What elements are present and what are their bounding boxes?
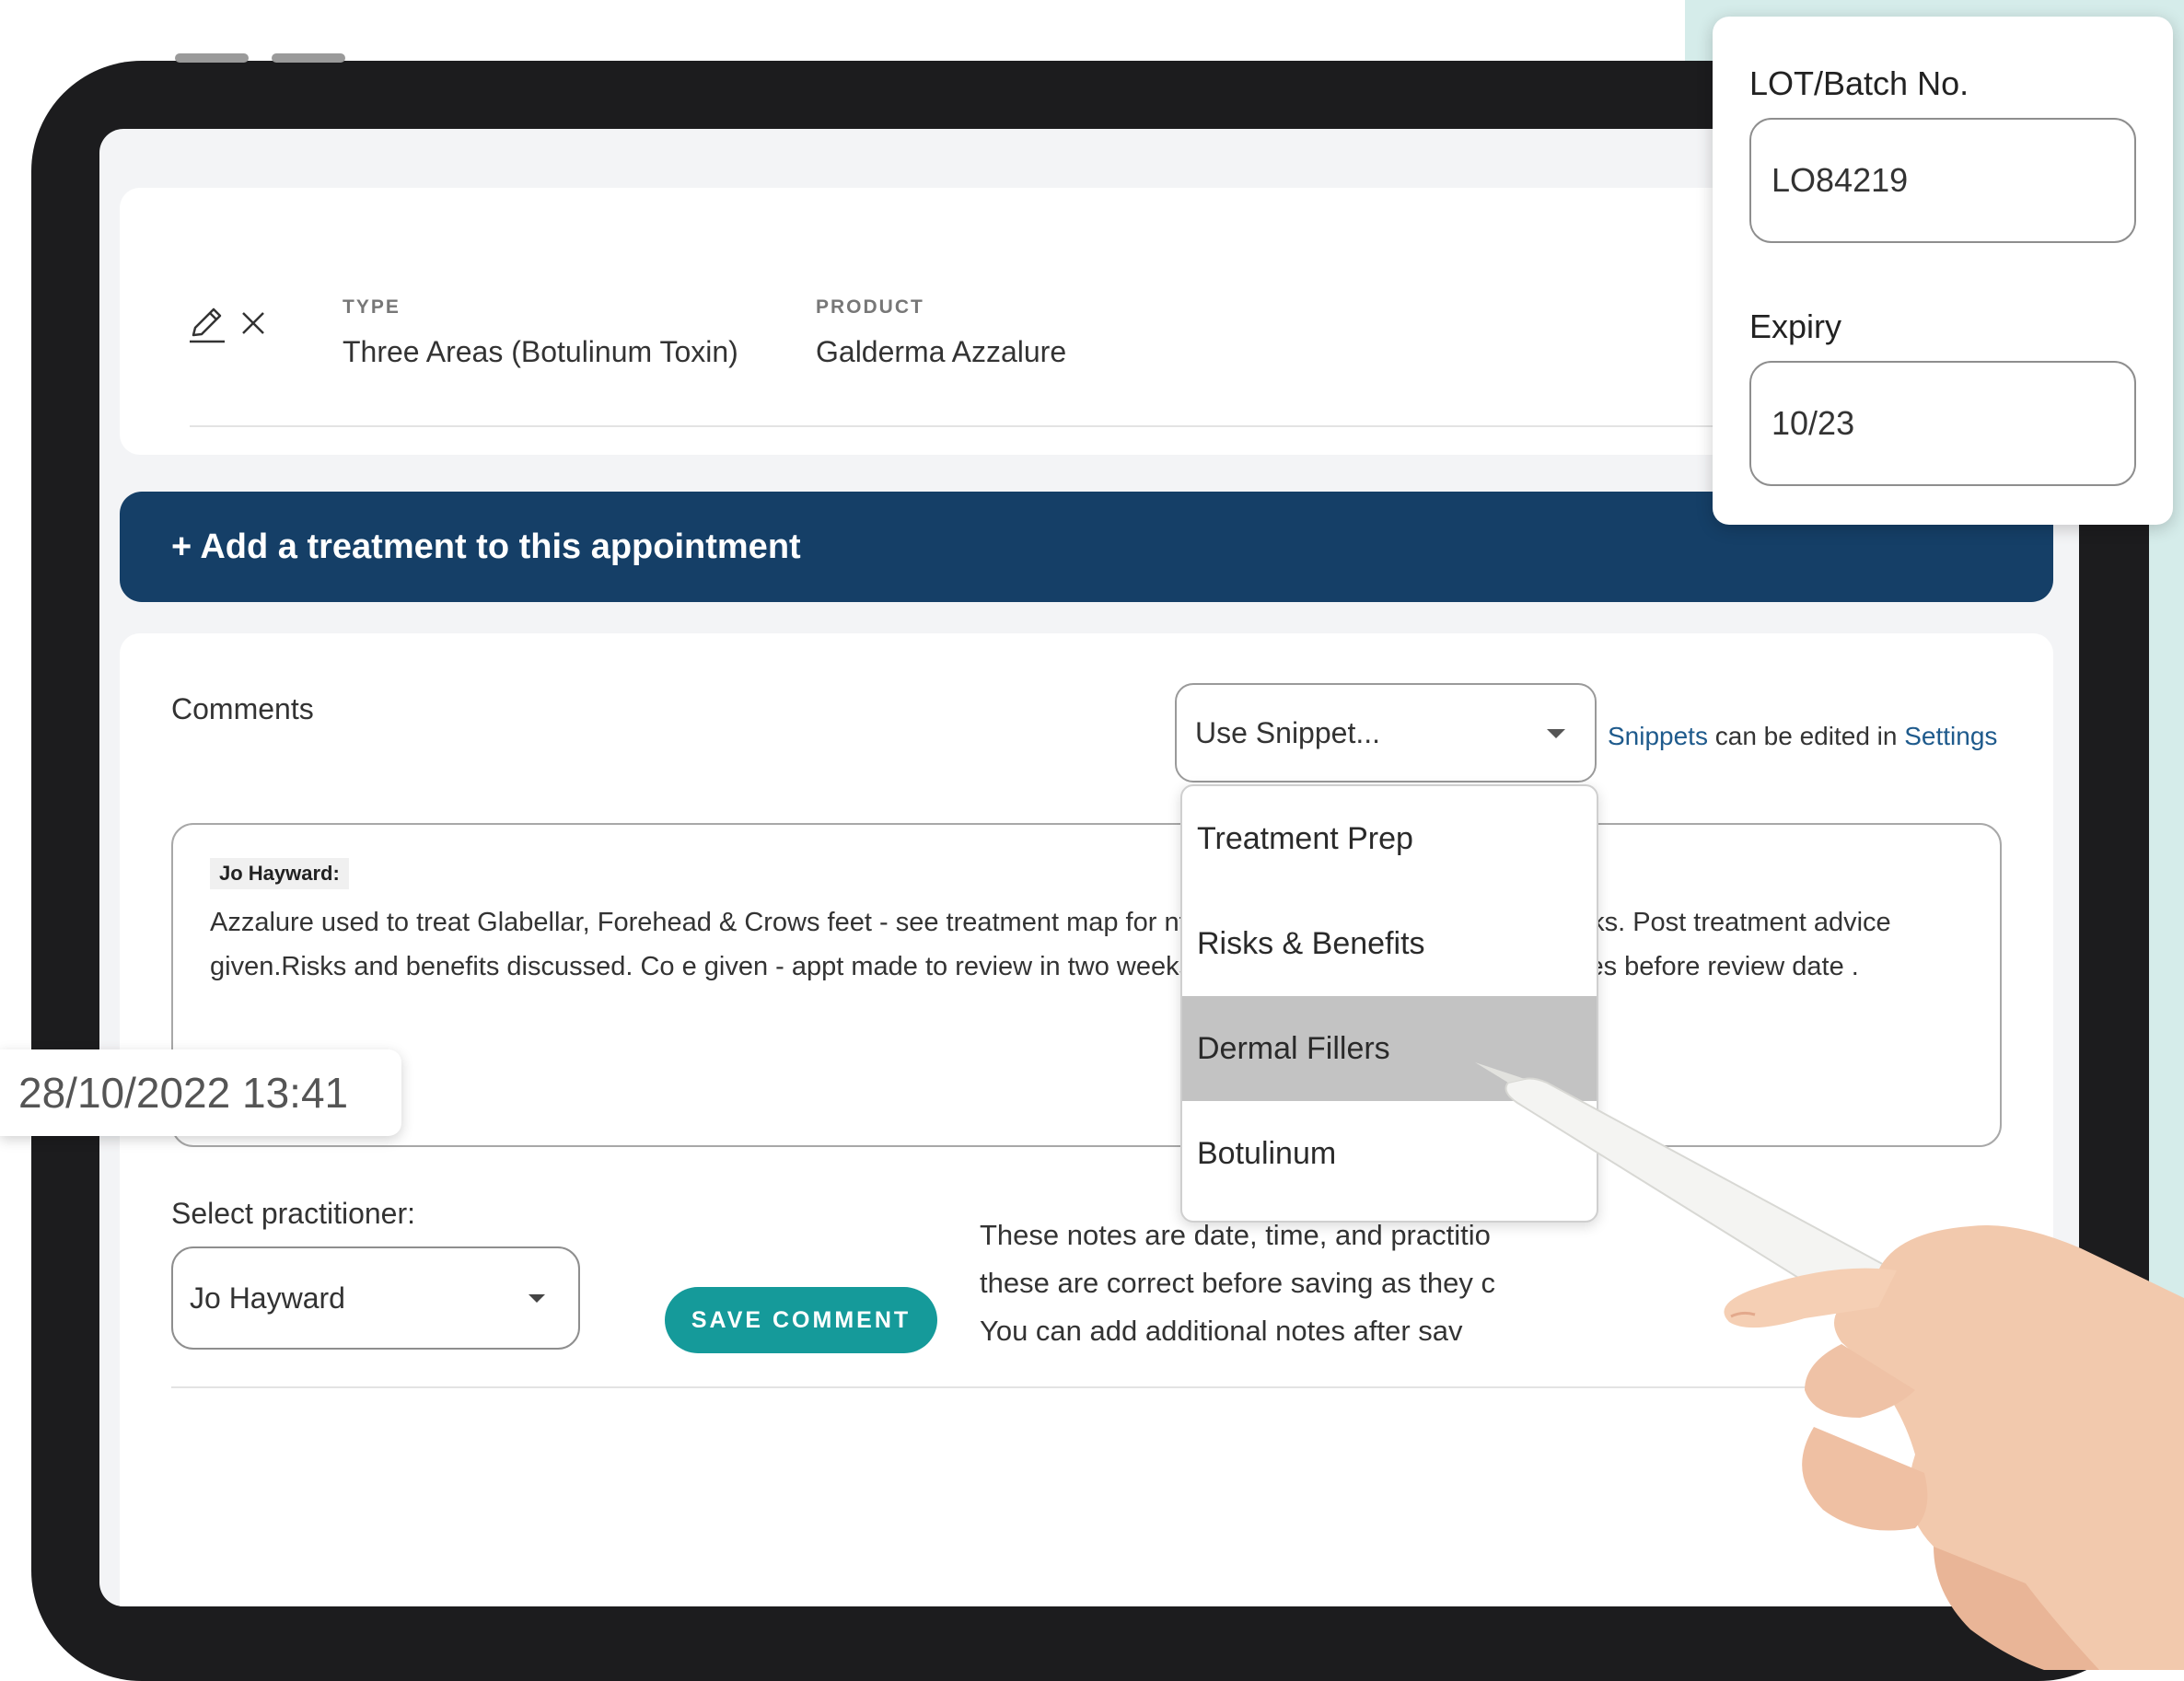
lot-batch-input[interactable]: LO84219 [1749, 118, 2136, 243]
practitioner-label: Select practitioner: [171, 1197, 416, 1230]
close-icon[interactable] [238, 307, 269, 339]
expiry-input[interactable]: 10/23 [1749, 361, 2136, 486]
type-label: TYPE [343, 296, 401, 318]
snippet-option[interactable]: Treatment Prep [1182, 786, 1597, 891]
timestamp-badge: 28/10/2022 13:41 [0, 1049, 401, 1136]
lot-details-panel: LOT/Batch No. LO84219 Expiry 10/23 [1713, 17, 2173, 525]
practitioner-select-value: Jo Hayward [190, 1281, 345, 1315]
snippet-note: Snippets can be edited in Settings [1608, 722, 1997, 751]
tablet-volume-button [175, 53, 249, 63]
expiry-label: Expiry [1749, 307, 1842, 345]
type-value: Three Areas (Botulinum Toxin) [343, 335, 738, 368]
snippet-option[interactable]: Risks & Benefits [1182, 891, 1597, 996]
snippet-select[interactable]: Use Snippet... [1175, 683, 1597, 783]
practitioner-select[interactable]: Jo Hayward [171, 1246, 580, 1350]
product-label: PRODUCT [816, 296, 924, 318]
chevron-down-icon [529, 1294, 545, 1303]
comments-label: Comments [171, 692, 314, 725]
chevron-down-icon [1547, 729, 1565, 738]
snippet-select-value: Use Snippet... [1195, 716, 1380, 749]
lot-batch-label: LOT/Batch No. [1749, 64, 1969, 102]
settings-link[interactable]: Settings [1904, 722, 1997, 750]
snippet-note-text: can be edited in [1707, 722, 1905, 750]
tablet-volume-button [272, 53, 345, 63]
hand-with-stylus-image [1475, 1062, 2184, 1670]
product-value: Galderma Azzalure [816, 335, 1067, 368]
comment-author: Jo Hayward: [210, 858, 349, 889]
snippets-link[interactable]: Snippets [1608, 722, 1708, 750]
comment-text: Azzalure used to treat Glabellar, Forehe… [210, 908, 1891, 981]
save-comment-button[interactable]: SAVE COMMENT [665, 1287, 937, 1353]
edit-pencil-icon[interactable] [186, 304, 227, 344]
